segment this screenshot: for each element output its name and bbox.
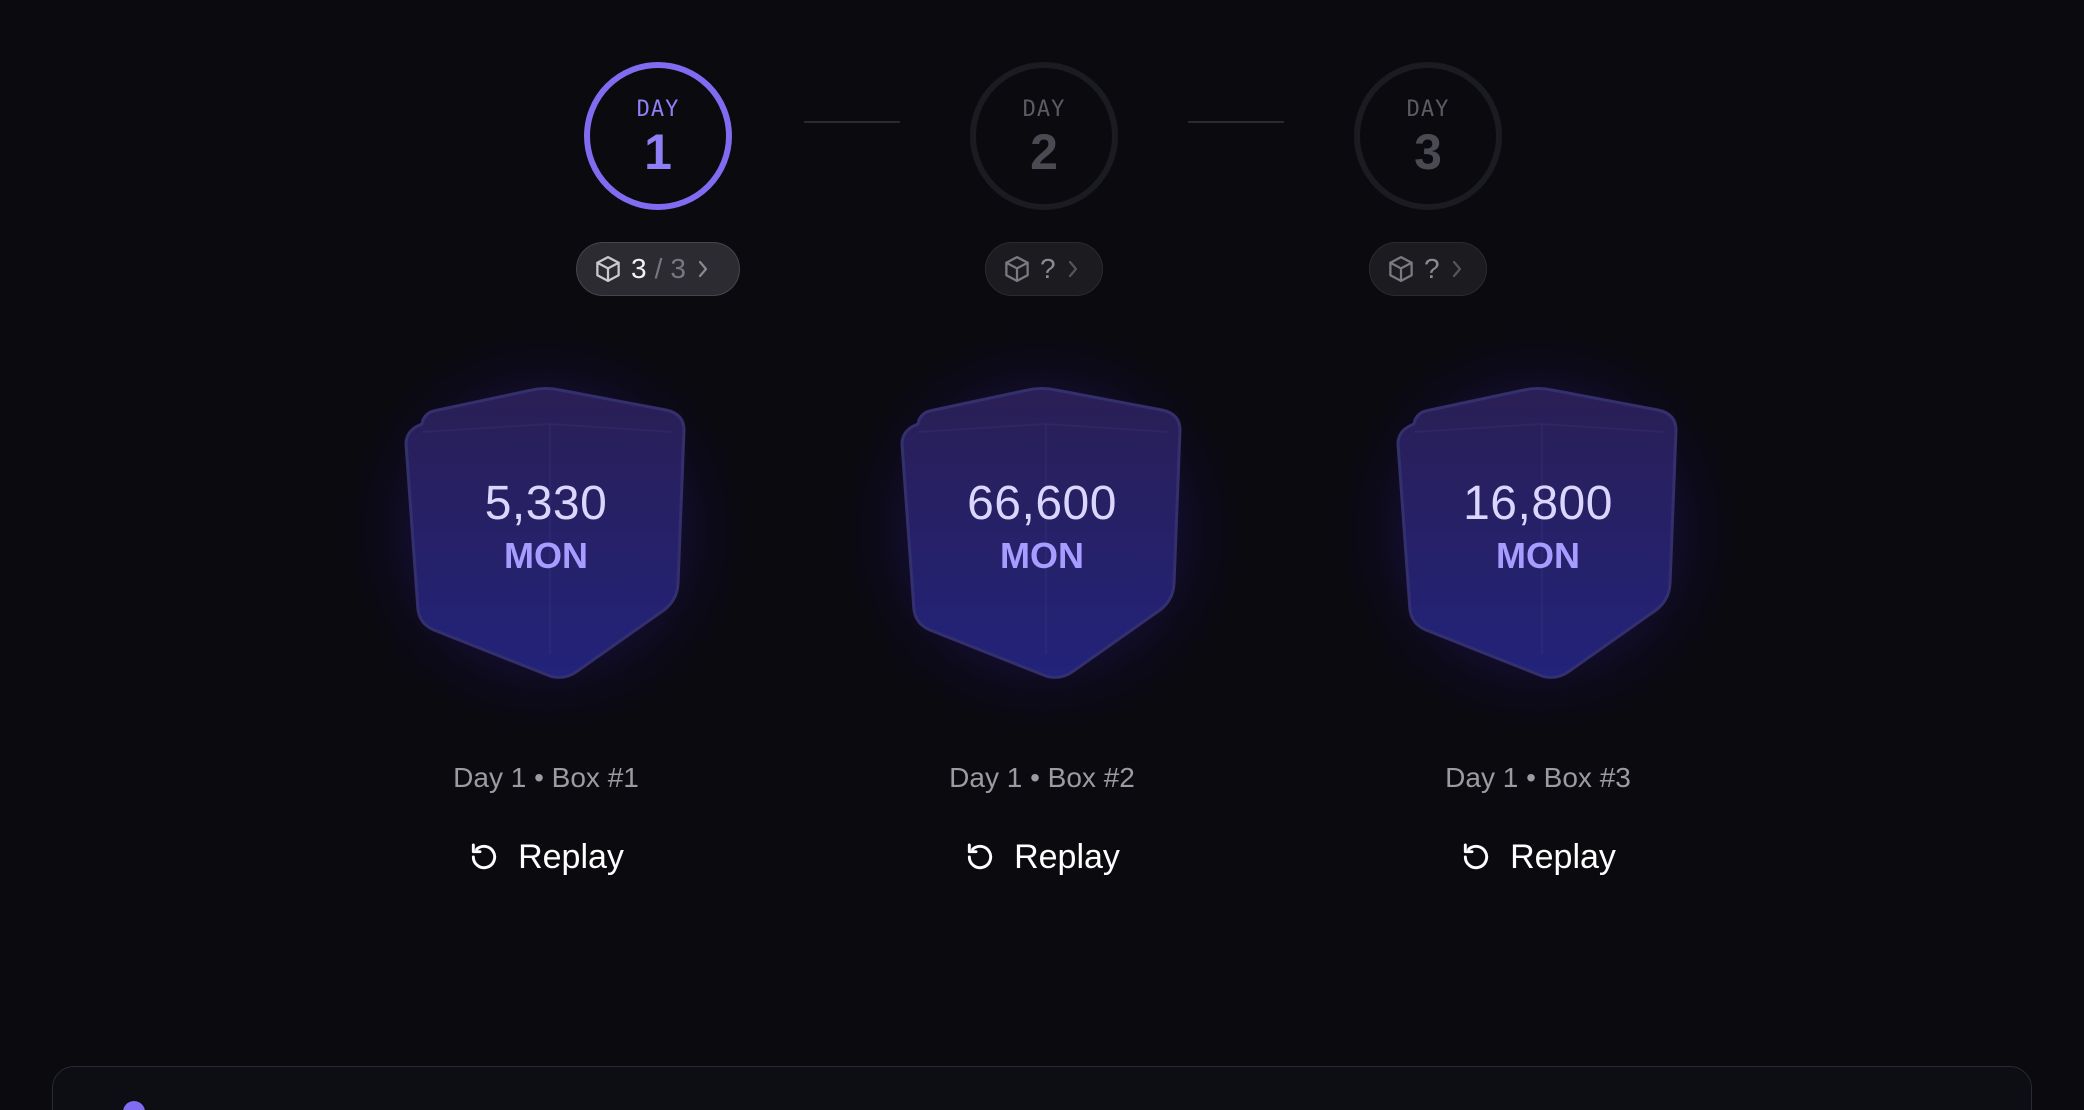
day-step-1[interactable]: DAY 1 — [584, 62, 732, 210]
bottom-panel — [52, 1066, 2032, 1110]
replay-icon — [1460, 841, 1492, 873]
box-opened-count: ? — [1040, 253, 1056, 284]
cube-reward: 5,330 MON — [400, 480, 692, 574]
box-caption: Day 1 • Box #3 — [1445, 762, 1631, 793]
replay-icon — [468, 841, 500, 873]
replay-label: Replay — [1510, 838, 1616, 876]
replay-button[interactable]: Replay — [456, 832, 636, 882]
chevron-right-icon — [1064, 258, 1082, 280]
box-total-count: 3 — [670, 253, 686, 284]
reward-amount: 66,600 — [967, 477, 1117, 530]
day-step-label: DAY — [1406, 97, 1450, 122]
panel-icon — [123, 1101, 145, 1110]
box-caption: Day 1 • Box #1 — [453, 762, 639, 793]
reward-cube: 16,800 MON — [1298, 330, 1778, 730]
replay-label: Replay — [518, 838, 624, 876]
reward-cube: 66,600 MON — [802, 330, 1282, 730]
box-opened-count: ? — [1424, 253, 1440, 284]
day-step-number: 3 — [1414, 124, 1442, 180]
day-step-label: DAY — [636, 97, 680, 122]
box-count-pill-day-1[interactable]: 3 / 3 — [576, 242, 740, 296]
cube-icon — [1386, 254, 1416, 284]
replay-button[interactable]: Replay — [1448, 832, 1628, 882]
box-count-pill-day-2[interactable]: ? — [985, 242, 1103, 296]
box-caption: Day 1 • Box #2 — [949, 762, 1135, 793]
replay-icon — [964, 841, 996, 873]
reward-box-1: 5,330 MON Day 1 • Box #1 Replay — [306, 330, 786, 900]
cube-reward: 16,800 MON — [1392, 480, 1684, 574]
reward-cube: 5,330 MON — [306, 330, 786, 730]
day-step-number: 1 — [644, 124, 672, 180]
reward-unit: MON — [1496, 535, 1580, 576]
page: DAY 1 DAY 2 DAY 3 3 / 3 ? ? 5,330 MON Da… — [0, 0, 2084, 1110]
step-connector — [1188, 121, 1284, 123]
day-step-3[interactable]: DAY 3 — [1354, 62, 1502, 210]
reward-box-3: 16,800 MON Day 1 • Box #3 Replay — [1298, 330, 1778, 900]
cube-reward: 66,600 MON — [896, 480, 1188, 574]
box-count-pill-day-3[interactable]: ? — [1369, 242, 1487, 296]
reward-box-2: 66,600 MON Day 1 • Box #2 Replay — [802, 330, 1282, 900]
day-stepper: DAY 1 DAY 2 DAY 3 3 / 3 ? ? — [0, 0, 2084, 310]
cube-icon — [593, 254, 623, 284]
chevron-right-icon — [1448, 258, 1466, 280]
replay-button[interactable]: Replay — [952, 832, 1132, 882]
day-step-number: 2 — [1030, 124, 1058, 180]
reward-amount: 16,800 — [1463, 477, 1613, 530]
replay-label: Replay — [1014, 838, 1120, 876]
step-connector — [804, 121, 900, 123]
box-count-separator: / — [654, 253, 663, 284]
chevron-right-icon — [694, 258, 712, 280]
reward-unit: MON — [504, 535, 588, 576]
cube-icon — [1002, 254, 1032, 284]
day-step-label: DAY — [1022, 97, 1066, 122]
box-opened-count: 3 — [631, 253, 647, 284]
day-step-2[interactable]: DAY 2 — [970, 62, 1118, 210]
reward-unit: MON — [1000, 535, 1084, 576]
reward-amount: 5,330 — [484, 477, 608, 530]
